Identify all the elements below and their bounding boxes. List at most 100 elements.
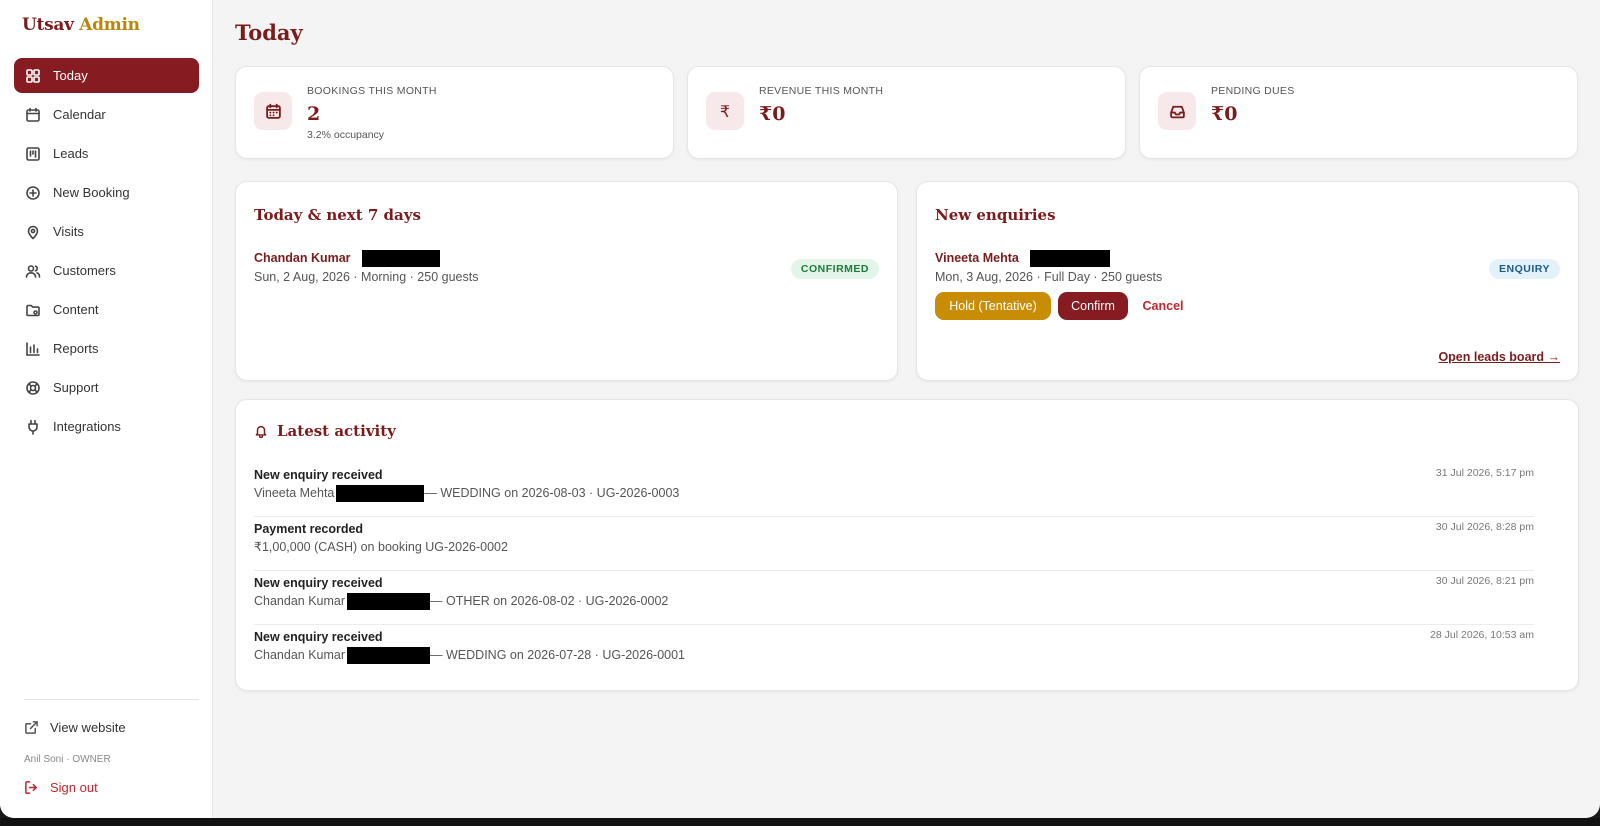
cancel-button[interactable]: Cancel — [1135, 292, 1191, 320]
enquiry-customer-name[interactable]: Vineeta Mehta — [935, 250, 1111, 267]
brand-logo: Utsav Admin — [22, 15, 140, 35]
stat-card-bookings: BOOKINGS THIS MONTH 2 3.2% occupancy — [235, 66, 674, 159]
sign-out-label: Sign out — [50, 780, 98, 795]
sidebar-item-new-booking[interactable]: New Booking — [14, 175, 199, 210]
activity-customer-name: Vineeta Mehta — [254, 485, 335, 500]
activity-detail: ₹1,00,000 (CASH) on booking UG-2026-0002 — [254, 540, 508, 554]
activity-customer-name: Chandan Kumar — [254, 647, 346, 662]
activity-card: Latest activity New enquiry received Vin… — [235, 399, 1579, 691]
sidebar-item-label: Support — [53, 380, 99, 395]
sidebar-item-label: Today — [53, 68, 88, 83]
plus-circle-icon — [25, 185, 41, 201]
booking-customer-name[interactable]: Chandan Kumar — [254, 250, 441, 267]
sidebar-item-reports[interactable]: Reports — [14, 331, 199, 366]
folder-icon — [25, 302, 41, 318]
status-badge: CONFIRMED — [790, 259, 879, 279]
sidebar-item-label: Customers — [53, 263, 116, 278]
sidebar-item-label: Visits — [53, 224, 84, 239]
brand-suffix: Admin — [79, 15, 140, 35]
activity-timestamp: 30 Jul 2026, 8:21 pm — [1435, 575, 1534, 587]
sign-out-button[interactable]: Sign out — [24, 780, 98, 795]
sidebar-item-label: Calendar — [53, 107, 106, 122]
bell-icon — [255, 425, 267, 438]
activity-header: Latest activity — [254, 422, 396, 440]
stat-value: ₹0 — [1211, 103, 1238, 125]
status-badge: ENQUIRY — [1489, 259, 1560, 279]
rupee-icon: ₹ — [706, 92, 744, 130]
activity-item[interactable]: New enquiry received Chandan Kumar — WEDD… — [254, 625, 1534, 679]
activity-detail: Chandan Kumar — WEDDING on 2026-07-28 · U… — [254, 647, 685, 664]
upcoming-card: Today & next 7 days Chandan Kumar Sun, 2… — [235, 181, 898, 381]
sidebar-nav: Today Calendar Leads New Booking Visits … — [14, 58, 199, 448]
enquiries-card: New enquiries Vineeta Mehta Mon, 3 Aug, … — [916, 181, 1579, 381]
brand-name: Utsav — [22, 15, 74, 35]
activity-item[interactable]: New enquiry received Vineeta Mehta — WEDD… — [254, 463, 1534, 517]
stat-value: 2 — [307, 103, 321, 125]
redacted-block — [347, 593, 431, 610]
stat-subtext: 3.2% occupancy — [307, 129, 385, 141]
map-pin-icon — [25, 224, 41, 240]
activity-item[interactable]: New enquiry received Chandan Kumar — OTHE… — [254, 571, 1534, 625]
stat-value: ₹0 — [759, 103, 786, 125]
plug-icon — [25, 419, 41, 435]
sidebar-item-visits[interactable]: Visits — [14, 214, 199, 249]
activity-title: Payment recorded — [254, 522, 364, 536]
external-link-icon — [25, 721, 38, 734]
enquiry-meta: Mon, 3 Aug, 2026 · Full Day · 250 guests — [935, 270, 1163, 284]
stat-card-revenue: ₹ REVENUE THIS MONTH ₹0 — [687, 66, 1126, 159]
sidebar: Utsav Admin Today Calendar Leads New Boo… — [0, 0, 213, 818]
activity-title: New enquiry received — [254, 630, 383, 644]
section-title: Latest activity — [277, 422, 396, 440]
activity-detail: Vineeta Mehta — WEDDING on 2026-08-03 · U… — [254, 485, 679, 502]
sidebar-item-support[interactable]: Support — [14, 370, 199, 405]
sidebar-item-label: New Booking — [53, 185, 130, 200]
activity-detail-text: — OTHER on 2026-08-02 · UG-2026-0002 — [430, 593, 669, 608]
current-user: Anil Soni · OWNER — [24, 754, 111, 765]
customer-name: Chandan Kumar — [254, 250, 351, 265]
stat-label: REVENUE THIS MONTH — [759, 85, 884, 97]
calendar-icon — [25, 107, 41, 123]
inbox-icon — [1158, 92, 1196, 130]
hold-tentative-button[interactable]: Hold (Tentative) — [935, 292, 1051, 320]
grid-icon — [25, 68, 41, 84]
window-bottom-edge — [0, 818, 1600, 826]
sidebar-item-label: Integrations — [53, 419, 121, 434]
open-leads-board-link[interactable]: Open leads board → — [1438, 350, 1560, 364]
page-title: Today — [235, 20, 303, 45]
sidebar-item-leads[interactable]: Leads — [14, 136, 199, 171]
users-icon — [25, 263, 41, 279]
calendar-icon — [254, 92, 292, 130]
stat-label: PENDING DUES — [1211, 85, 1295, 97]
kanban-icon — [25, 146, 41, 162]
sidebar-divider — [24, 699, 199, 700]
sidebar-item-calendar[interactable]: Calendar — [14, 97, 199, 132]
sidebar-item-customers[interactable]: Customers — [14, 253, 199, 288]
sidebar-item-label: Leads — [53, 146, 89, 161]
activity-detail-text: — WEDDING on 2026-08-03 · UG-2026-0003 — [424, 485, 680, 500]
section-title: Today & next 7 days — [254, 206, 421, 224]
redacted-block — [1030, 250, 1111, 267]
activity-item[interactable]: Payment recorded ₹1,00,000 (CASH) on boo… — [254, 517, 1534, 571]
sidebar-item-content[interactable]: Content — [14, 292, 199, 327]
activity-timestamp: 28 Jul 2026, 10:53 am — [1430, 629, 1534, 641]
sidebar-item-label: Content — [53, 302, 99, 317]
view-website-link[interactable]: View website — [24, 720, 126, 735]
redacted-block — [336, 485, 425, 502]
activity-timestamp: 31 Jul 2026, 5:17 pm — [1435, 467, 1534, 479]
stat-label: BOOKINGS THIS MONTH — [307, 85, 437, 97]
booking-meta: Sun, 2 Aug, 2026 · Morning · 250 guests — [254, 270, 479, 284]
sidebar-item-today[interactable]: Today — [14, 58, 199, 93]
sidebar-item-label: Reports — [53, 341, 99, 356]
activity-detail-text: — WEDDING on 2026-07-28 · UG-2026-0001 — [430, 647, 686, 662]
logout-icon — [25, 781, 37, 794]
confirm-button[interactable]: Confirm — [1058, 292, 1128, 320]
sidebar-item-integrations[interactable]: Integrations — [14, 409, 199, 444]
stat-card-pending-dues: PENDING DUES ₹0 — [1139, 66, 1578, 159]
redacted-block — [347, 647, 431, 664]
lifebuoy-icon — [25, 380, 41, 396]
activity-title: New enquiry received — [254, 468, 383, 482]
app-window: Utsav Admin Today Calendar Leads New Boo… — [0, 0, 1600, 818]
activity-timestamp: 30 Jul 2026, 8:28 pm — [1435, 521, 1534, 533]
bar-chart-icon — [25, 341, 41, 357]
activity-detail: Chandan Kumar — OTHER on 2026-08-02 · UG-… — [254, 593, 668, 610]
